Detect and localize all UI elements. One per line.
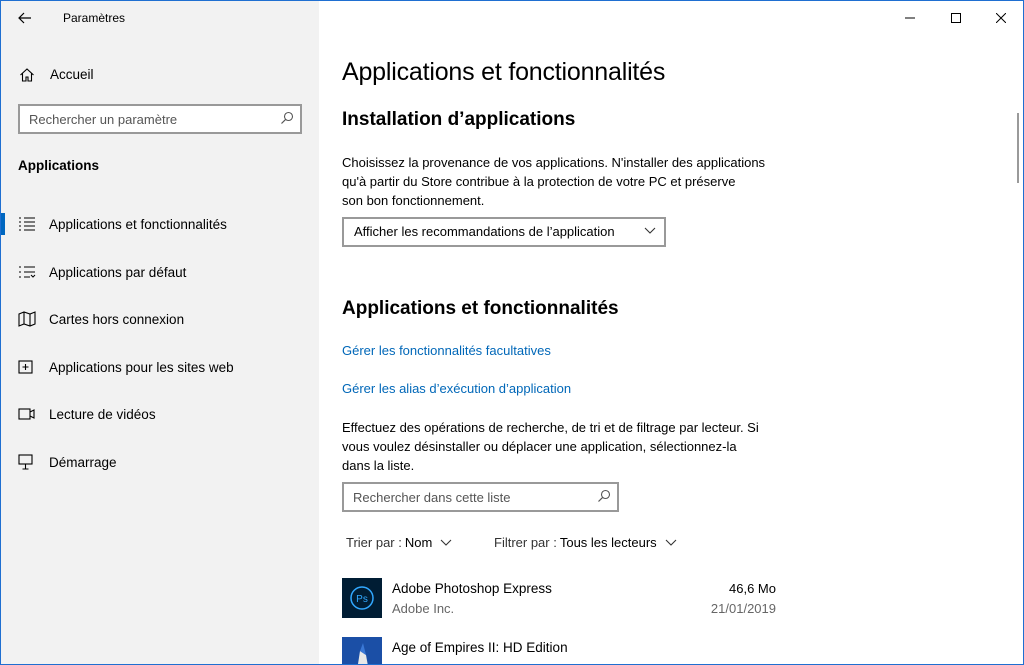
sort-label: Trier par : (346, 535, 402, 550)
install-description-line: son bon fonctionnement. (342, 193, 485, 208)
dropdown-value: Afficher les recommandations de l’applic… (354, 224, 615, 239)
search-icon[interactable] (280, 111, 294, 125)
search-description-line: Effectuez des opérations de recherche, d… (342, 420, 759, 435)
sidebar-item-apps-features[interactable]: Applications et fonctionnalités (1, 201, 319, 249)
video-playback-icon (18, 408, 35, 420)
sidebar-item-label: Applications par défaut (49, 264, 187, 280)
install-heading: Installation d’applications (342, 109, 576, 130)
sidebar-item-default-apps[interactable]: Applications par défaut (1, 249, 319, 297)
apps-features-icon (19, 217, 35, 231)
chevron-down-icon (665, 539, 677, 546)
sidebar-item-startup[interactable]: Démarrage (1, 439, 319, 487)
title-bar: Paramètres (1, 1, 319, 35)
sort-value: Nom (404, 535, 433, 550)
filter-value: Tous les lecteurs (559, 535, 657, 550)
search-description-line: dans la liste. (342, 458, 415, 473)
app-publisher: Adobe Inc. (392, 601, 455, 616)
startup-icon (18, 453, 33, 470)
svg-text:Ps: Ps (356, 594, 368, 605)
sidebar-item-home[interactable]: Accueil (1, 57, 319, 93)
apps-for-websites-icon (18, 359, 33, 374)
chevron-down-icon (440, 539, 452, 546)
photoshop-express-icon: Ps (342, 578, 382, 618)
window-title: Paramètres (63, 11, 126, 25)
search-icon[interactable] (597, 489, 611, 503)
sidebar-section-heading: Applications (18, 158, 100, 173)
back-arrow-icon (18, 12, 31, 24)
app-size: 46,6 Mo (729, 581, 776, 596)
install-description-line: qu'à partir du Store contribue à la prot… (342, 174, 736, 189)
default-apps-icon (19, 265, 36, 278)
main-content: Applications et fonctionnalités Installa… (342, 1, 1002, 664)
chevron-down-icon (644, 227, 656, 234)
selected-indicator (1, 213, 5, 235)
apps-features-heading: Applications et fonctionnalités (342, 298, 619, 319)
page-title: Applications et fonctionnalités (342, 58, 666, 86)
manage-optional-features-link[interactable]: Gérer les fonctionnalités facultatives (342, 343, 551, 358)
app-list-search-box[interactable] (342, 482, 619, 512)
sidebar: Paramètres Accueil Applications Applicat… (1, 1, 319, 664)
app-date: 21/01/2019 (710, 601, 776, 616)
scrollbar-thumb[interactable] (1017, 113, 1019, 183)
sidebar-item-apps-websites[interactable]: Applications pour les sites web (1, 344, 319, 392)
sidebar-item-label: Applications et fonctionnalités (49, 217, 227, 232)
app-list-search-input[interactable] (353, 488, 588, 506)
sidebar-item-label: Lecture de vidéos (49, 407, 156, 422)
sidebar-item-label: Applications pour les sites web (49, 359, 234, 375)
settings-window: Paramètres Accueil Applications Applicat… (0, 0, 1024, 665)
age-of-empires-icon (342, 637, 382, 664)
sort-by-dropdown[interactable]: Trier par : Nom (346, 535, 452, 550)
settings-search-input[interactable] (29, 110, 269, 128)
home-icon (20, 68, 34, 82)
filter-label: Filtrer par : (494, 535, 557, 550)
app-name: Adobe Photoshop Express (392, 581, 552, 596)
manage-exec-aliases-link[interactable]: Gérer les alias d’exécution d’applicatio… (342, 381, 571, 396)
sidebar-item-label: Cartes hors connexion (49, 312, 185, 327)
offline-maps-icon (18, 311, 36, 327)
sidebar-nav: Applications et fonctionnalités Applicat… (1, 201, 319, 486)
settings-search-box[interactable] (18, 104, 302, 134)
sidebar-item-video-playback[interactable]: Lecture de vidéos (1, 391, 319, 439)
search-description-line: vous voulez désinstaller ou déplacer une… (342, 439, 737, 454)
back-button[interactable] (11, 5, 39, 31)
sidebar-item-label: Démarrage (49, 454, 117, 470)
app-list-item[interactable]: Ps Adobe Photoshop Express Adobe Inc. 46… (342, 578, 782, 628)
filter-by-dropdown[interactable]: Filtrer par : Tous les lecteurs (494, 535, 677, 550)
app-list-item[interactable]: Age of Empires II: HD Edition (342, 637, 782, 664)
sidebar-item-offline-maps[interactable]: Cartes hors connexion (1, 296, 319, 344)
install-description-line: Choisissez la provenance de vos applicat… (342, 155, 766, 170)
search-description: Effectuez des opérations de recherche, d… (342, 418, 792, 475)
install-source-dropdown[interactable]: Afficher les recommandations de l’applic… (342, 217, 666, 247)
app-name: Age of Empires II: HD Edition (392, 640, 568, 655)
home-label: Accueil (50, 67, 94, 82)
install-description: Choisissez la provenance de vos applicat… (342, 153, 792, 210)
